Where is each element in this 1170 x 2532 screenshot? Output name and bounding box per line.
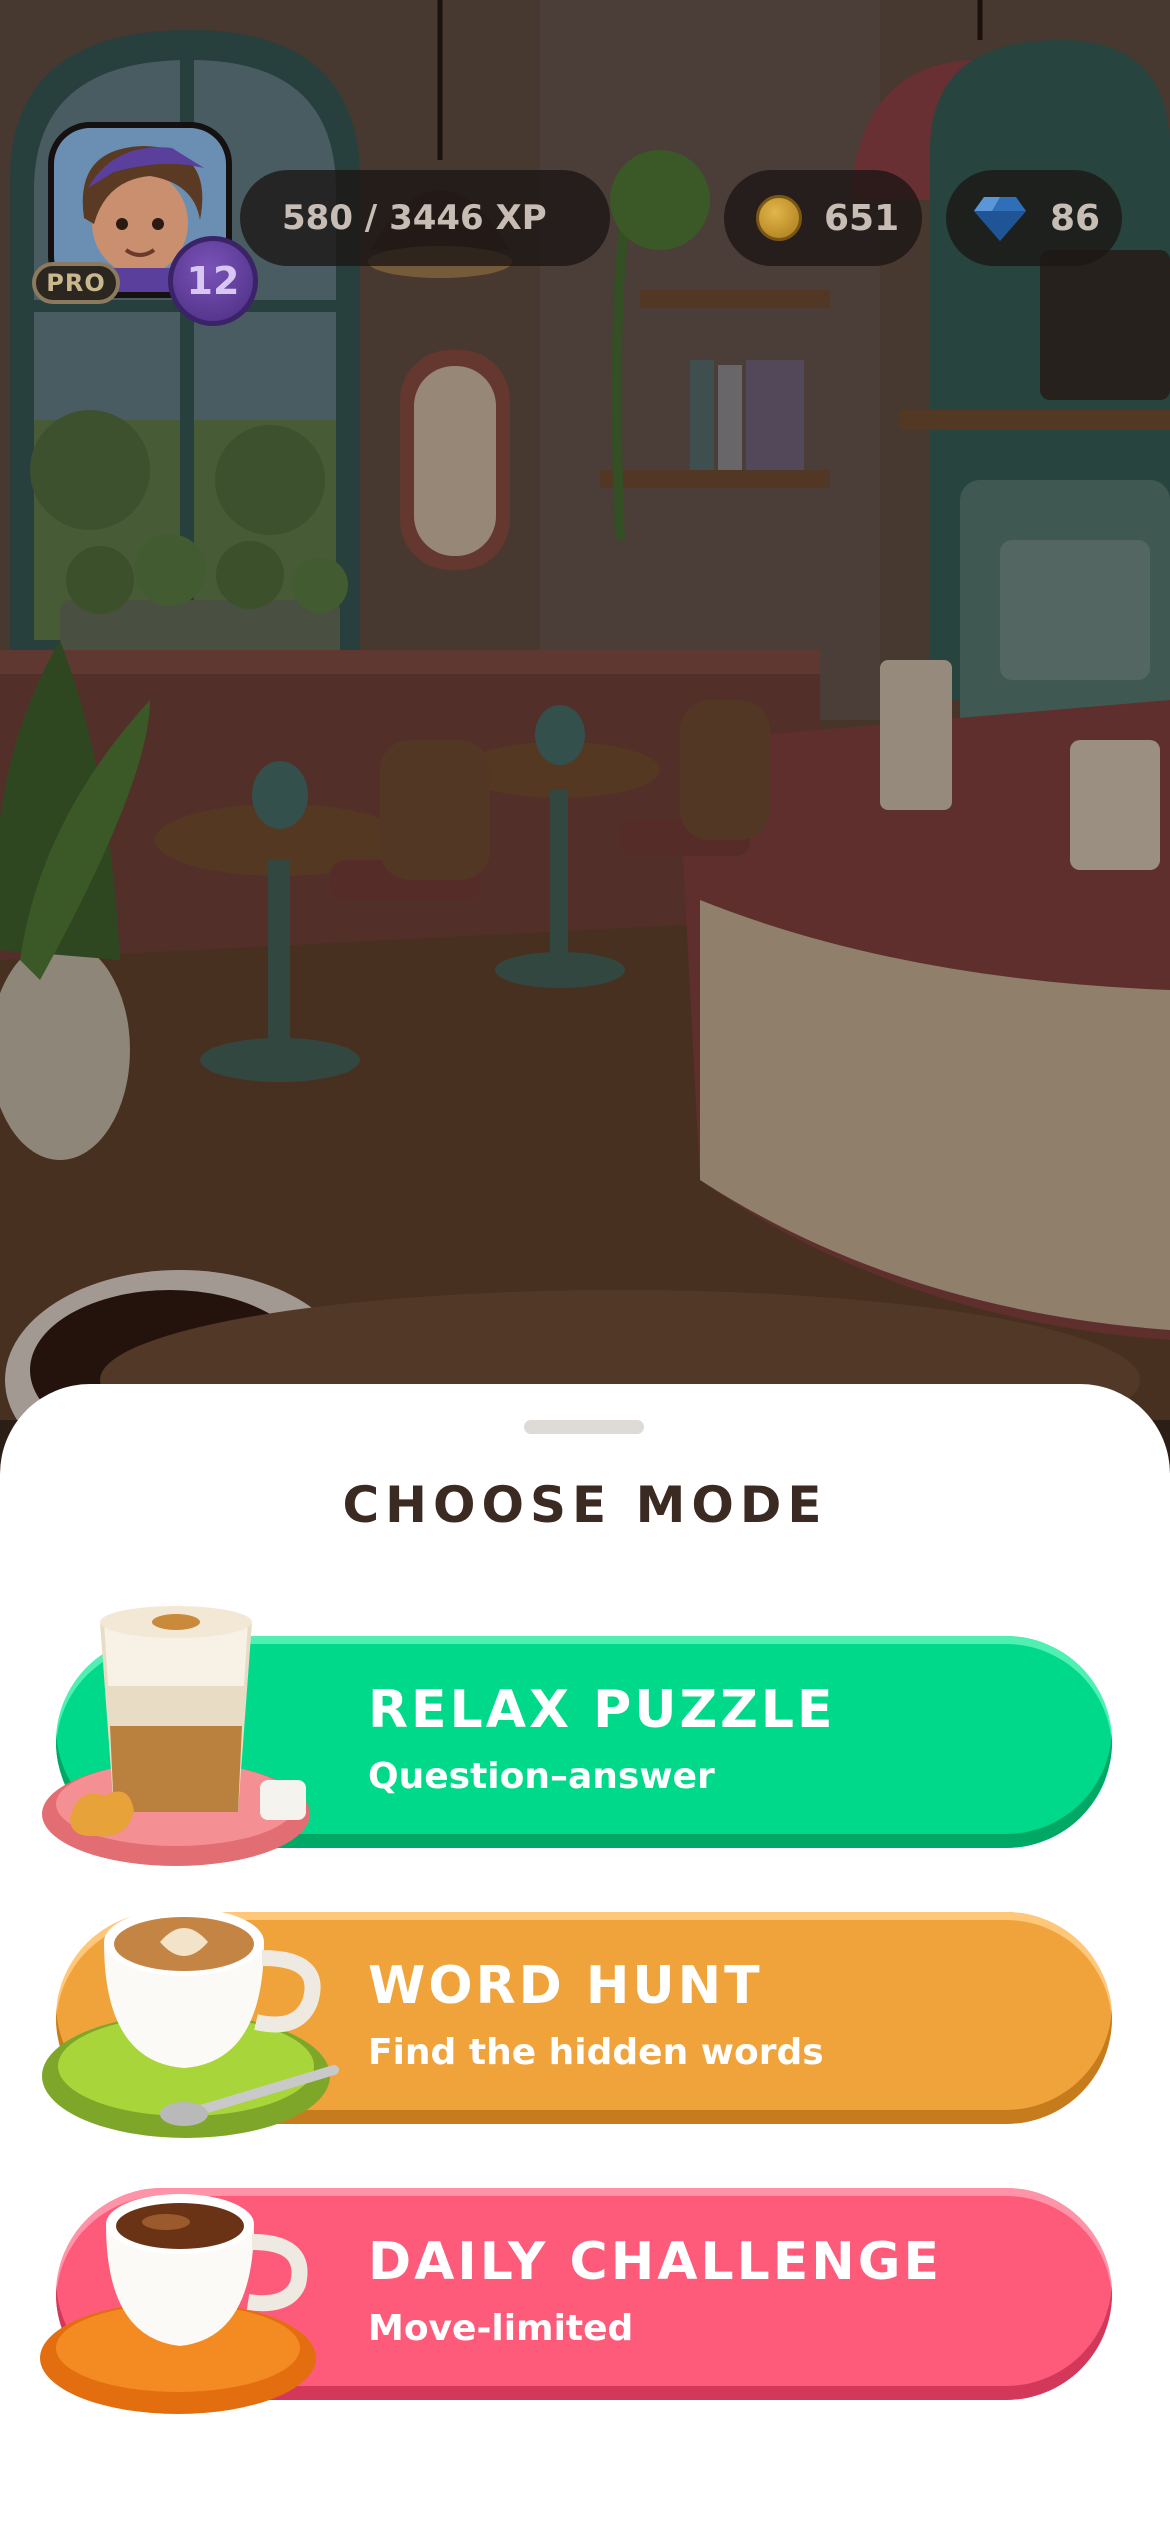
mode-selection-sheet: CHOOSE MODE RELAX PUZZLE Question–answer [0, 1384, 1170, 2532]
coin-icon [756, 195, 802, 241]
pro-badge: PRO [32, 262, 120, 304]
gem-amount: 86 [1050, 197, 1101, 239]
mode-subtitle: Find the hidden words [368, 2032, 824, 2073]
coin-counter[interactable]: 651 [724, 170, 922, 266]
relax-puzzle-mode-button[interactable]: RELAX PUZZLE Question–answer [42, 1606, 1112, 1866]
xp-counter: 580 / 3446 XP [240, 170, 610, 266]
mode-subtitle: Move-limited [368, 2308, 634, 2349]
sheet-title: CHOOSE MODE [342, 1476, 828, 1534]
cappuccino-cup-icon [42, 1908, 339, 2138]
coin-amount: 651 [824, 197, 900, 239]
mode-title: DAILY CHALLENGE [368, 2232, 942, 2292]
player-level-badge: 12 [168, 236, 258, 326]
sheet-drag-handle[interactable] [524, 1420, 644, 1434]
espresso-cup-icon [40, 2194, 316, 2414]
daily-challenge-mode-button[interactable]: DAILY CHALLENGE Move-limited [40, 2188, 1112, 2414]
gem-counter[interactable]: 86 [946, 170, 1122, 266]
mode-title: WORD HUNT [368, 1956, 763, 2016]
xp-text: 580 / 3446 XP [282, 198, 547, 238]
latte-glass-icon [42, 1606, 310, 1866]
word-hunt-mode-button[interactable]: WORD HUNT Find the hidden words [42, 1908, 1112, 2138]
diamond-gem-icon [974, 197, 1026, 241]
mode-subtitle: Question–answer [368, 1756, 715, 1797]
mode-title: RELAX PUZZLE [368, 1680, 836, 1740]
